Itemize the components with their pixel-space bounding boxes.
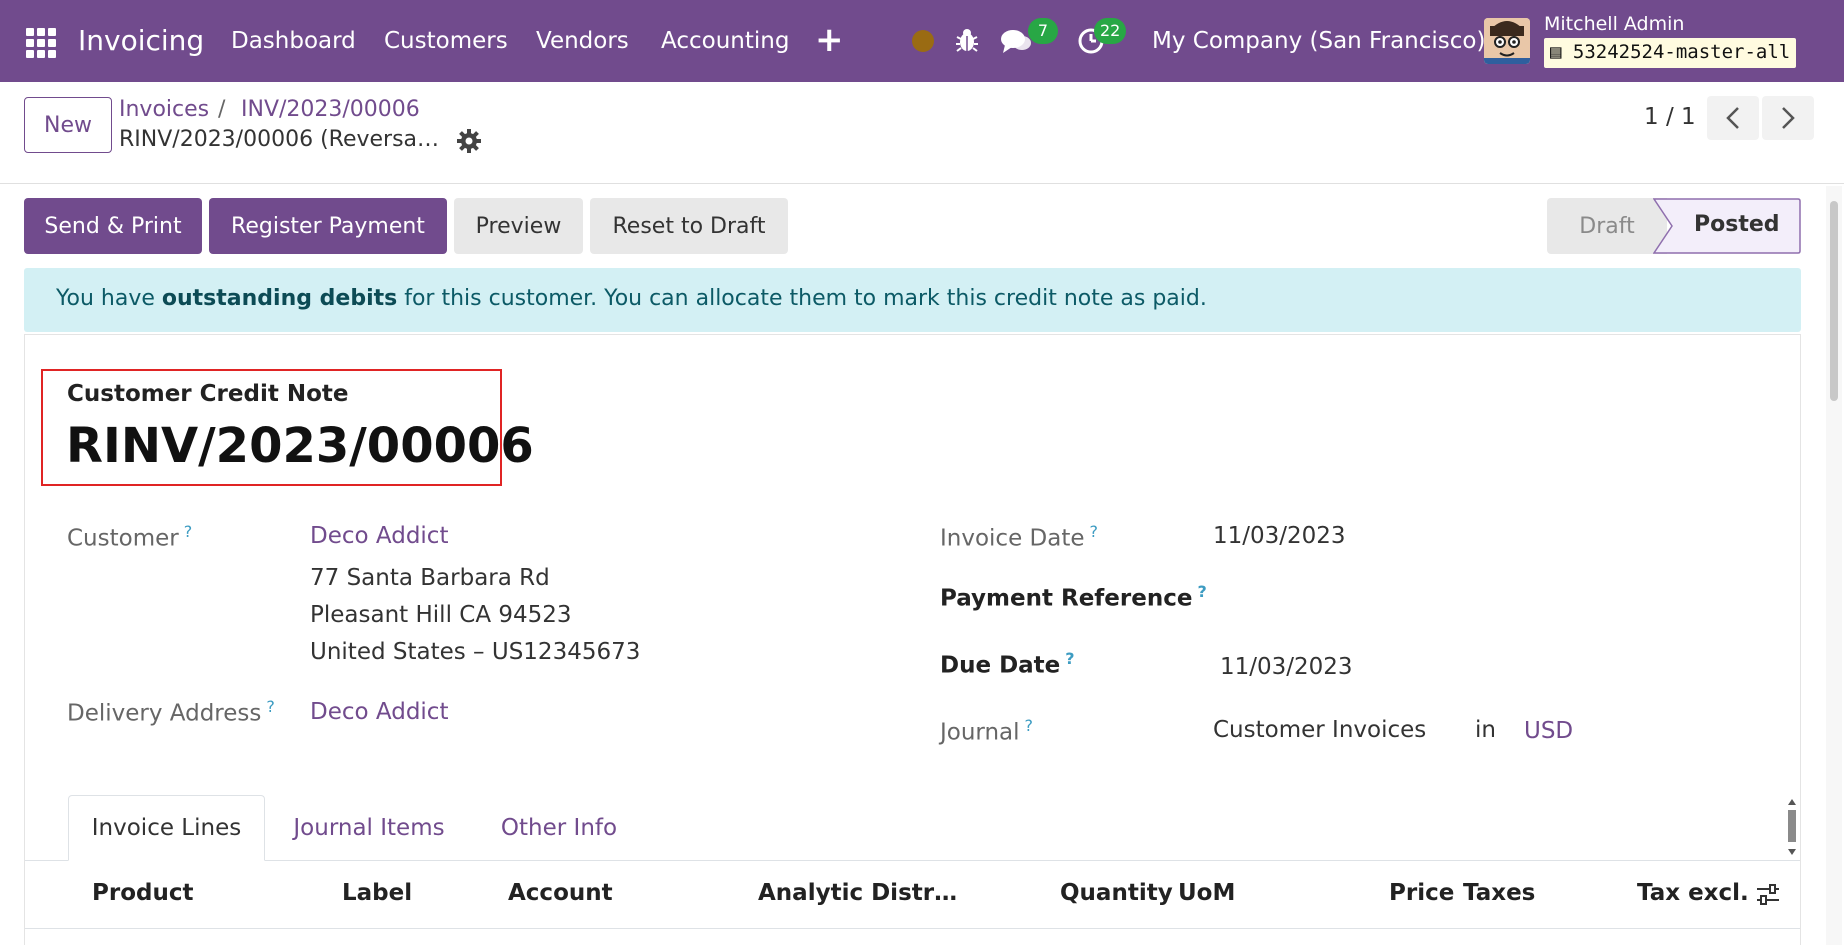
app-menu-icon[interactable] xyxy=(26,28,56,58)
status-dot-icon[interactable] xyxy=(912,30,934,52)
invoice-date-label: Invoice Date? xyxy=(940,522,1098,552)
company-switcher[interactable]: My Company (San Francisco) xyxy=(1152,28,1485,54)
journal-label: Journal? xyxy=(940,716,1033,746)
invoice-date-label-text: Invoice Date xyxy=(940,525,1085,552)
menu-dashboard[interactable]: Dashboard xyxy=(231,28,356,54)
tabs-scrollbar[interactable] xyxy=(1786,796,1798,858)
customer-address-line: United States – US12345673 xyxy=(310,639,641,665)
help-icon[interactable]: ? xyxy=(1025,716,1034,735)
status-draft[interactable]: Draft xyxy=(1547,198,1667,254)
help-icon[interactable]: ? xyxy=(1197,582,1206,601)
breadcrumb-invoice[interactable]: INV/2023/00006 xyxy=(241,97,420,122)
chat-count-badge: 7 xyxy=(1028,18,1058,44)
chevron-left-icon xyxy=(1726,107,1739,129)
breadcrumb-current-record: RINV/2023/00006 (Reversa… xyxy=(119,127,440,152)
delivery-address-label-text: Delivery Address xyxy=(67,700,262,727)
page-scrollbar[interactable] xyxy=(1826,186,1842,945)
help-icon[interactable]: ? xyxy=(266,697,275,716)
invoice-date-field[interactable]: 11/03/2023 xyxy=(1213,523,1346,549)
alert-suffix: for this customer. You can allocate them… xyxy=(397,286,1207,311)
customer-address-line: Pleasant Hill CA 94523 xyxy=(310,602,572,628)
journal-field[interactable]: Customer Invoices xyxy=(1213,717,1426,743)
user-name[interactable]: Mitchell Admin xyxy=(1544,13,1684,35)
database-icon: ▤ xyxy=(1550,41,1562,63)
reset-to-draft-button[interactable]: Reset to Draft xyxy=(590,198,788,254)
column-header-analytic-distribution[interactable]: Analytic Distr… xyxy=(758,880,957,906)
column-header-label[interactable]: Label xyxy=(342,880,412,906)
customer-field[interactable]: Deco Addict xyxy=(310,523,448,549)
due-date-label: Due Date? xyxy=(940,649,1075,679)
status-posted[interactable]: Posted xyxy=(1694,212,1780,237)
due-date-label-text: Due Date xyxy=(940,652,1061,679)
column-header-uom[interactable]: UoM xyxy=(1178,880,1235,906)
alert-outstanding-debits-link[interactable]: outstanding debits xyxy=(162,286,397,311)
column-header-quantity[interactable]: Quantity xyxy=(1060,880,1173,906)
activity-count-badge: 22 xyxy=(1094,18,1127,44)
due-date-field[interactable]: 11/03/2023 xyxy=(1220,654,1353,680)
alert-prefix: You have xyxy=(56,286,162,311)
customer-label-text: Customer xyxy=(67,525,179,552)
preview-button[interactable]: Preview xyxy=(454,198,583,254)
database-name: 53242524-master-all xyxy=(1572,41,1791,63)
column-header-account[interactable]: Account xyxy=(508,880,613,906)
tab-other-info[interactable]: Other Info xyxy=(480,795,638,861)
payment-reference-field[interactable] xyxy=(1213,580,1693,614)
plus-icon[interactable]: + xyxy=(815,20,844,60)
menu-accounting[interactable]: Accounting xyxy=(661,28,789,54)
breadcrumb-invoices[interactable]: Invoices xyxy=(119,97,209,122)
menu-vendors[interactable]: Vendors xyxy=(536,28,629,54)
customer-label: Customer? xyxy=(67,522,192,552)
tab-journal-items[interactable]: Journal Items xyxy=(273,795,465,861)
status-bar: Draft Posted xyxy=(1547,198,1801,254)
tab-invoice-lines[interactable]: Invoice Lines xyxy=(68,795,265,861)
currency-field[interactable]: USD xyxy=(1524,718,1573,744)
menu-customers[interactable]: Customers xyxy=(384,28,508,54)
column-header-tax-excluded[interactable]: Tax excl. xyxy=(1637,880,1749,906)
column-header-taxes[interactable]: Taxes xyxy=(1463,880,1535,906)
bug-icon[interactable] xyxy=(955,27,979,53)
optional-columns-icon[interactable] xyxy=(1756,884,1780,906)
pager-next-button[interactable] xyxy=(1762,96,1814,140)
top-navbar: Invoicing Dashboard Customers Vendors Ac… xyxy=(0,0,1844,82)
new-button[interactable]: New xyxy=(24,97,112,153)
document-number: RINV/2023/00006 xyxy=(66,418,534,474)
column-header-product[interactable]: Product xyxy=(92,880,193,906)
pager-value[interactable]: 1 / 1 xyxy=(1644,104,1696,130)
chevron-right-icon xyxy=(1782,107,1795,129)
control-panel: New Invoices / INV/2023/00006 RINV/2023/… xyxy=(0,82,1844,184)
payment-reference-label-text: Payment Reference xyxy=(940,585,1193,612)
delivery-address-label: Delivery Address? xyxy=(67,697,275,727)
gear-icon[interactable] xyxy=(456,128,482,154)
document-type: Customer Credit Note xyxy=(67,381,349,407)
journal-in-text: in xyxy=(1475,717,1496,743)
database-badge: ▤ 53242524-master-all xyxy=(1544,38,1797,68)
column-header-price[interactable]: Price xyxy=(1389,880,1454,906)
register-payment-button[interactable]: Register Payment xyxy=(209,198,447,254)
help-icon[interactable]: ? xyxy=(1065,649,1074,668)
breadcrumb-separator: / xyxy=(218,97,226,122)
app-name[interactable]: Invoicing xyxy=(78,24,204,57)
send-print-button[interactable]: Send & Print xyxy=(24,198,202,254)
customer-address-line: 77 Santa Barbara Rd xyxy=(310,565,550,591)
table-header-divider xyxy=(25,928,1800,929)
help-icon[interactable]: ? xyxy=(184,522,193,541)
help-icon[interactable]: ? xyxy=(1090,522,1099,541)
user-avatar[interactable] xyxy=(1484,18,1530,64)
delivery-address-field[interactable]: Deco Addict xyxy=(310,699,448,725)
page-scrollbar-thumb[interactable] xyxy=(1830,201,1838,401)
pager-previous-button[interactable] xyxy=(1707,96,1759,140)
journal-label-text: Journal xyxy=(940,719,1020,746)
outstanding-debits-alert: You have outstanding debits for this cus… xyxy=(24,268,1801,332)
payment-reference-label: Payment Reference? xyxy=(940,582,1207,612)
